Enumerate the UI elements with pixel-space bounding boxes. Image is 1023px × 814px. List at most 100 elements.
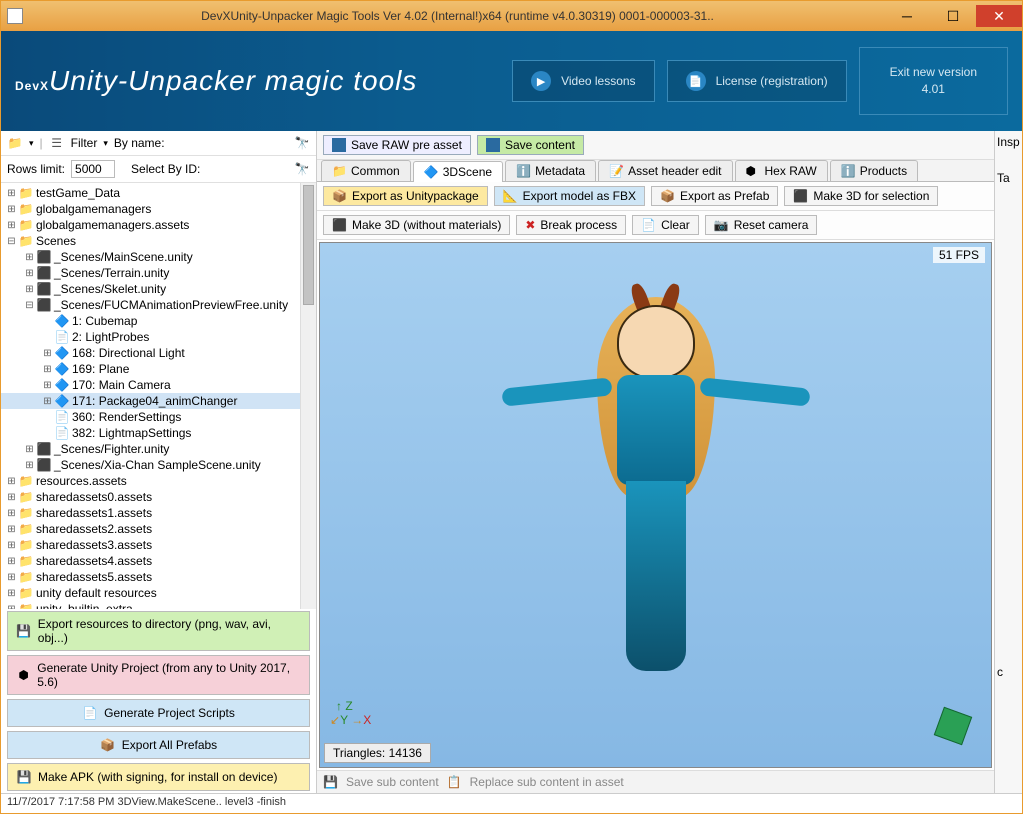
tree-item[interactable]: 📄382: LightmapSettings — [1, 425, 316, 441]
save-sub-label[interactable]: Save sub content — [346, 775, 439, 789]
tree-item[interactable]: ⊞⬛_Scenes/Xia-Chan SampleScene.unity — [1, 457, 316, 473]
3d-viewport[interactable]: 51 FPS ↑ Z ↙Y →X Triangles: 14136 — [319, 242, 992, 768]
tree-item[interactable]: ⊞📁unity_builtin_extra — [1, 601, 316, 609]
tree-twisty[interactable]: ⊞ — [5, 220, 18, 231]
tree-twisty[interactable]: ⊞ — [41, 364, 54, 375]
tree-item[interactable]: ⊞⬛_Scenes/Fighter.unity — [1, 441, 316, 457]
rows-limit-input[interactable] — [71, 160, 115, 178]
tree-item[interactable]: ⊞📁sharedassets1.assets — [1, 505, 316, 521]
asset-tree[interactable]: ⊞📁testGame_Data⊞📁globalgamemanagers⊞📁glo… — [1, 183, 316, 609]
unity-icon: ⬛ — [36, 266, 52, 280]
generate-unity-button[interactable]: ⬢ Generate Unity Project (from any to Un… — [7, 655, 310, 695]
tree-item[interactable]: ⊞📁globalgamemanagers — [1, 201, 316, 217]
tree-twisty[interactable]: ⊞ — [5, 540, 18, 551]
unity-icon: ⬛ — [36, 458, 52, 472]
minimize-button[interactable]: ─ — [884, 5, 930, 27]
tree-item[interactable]: ⊞📁sharedassets3.assets — [1, 537, 316, 553]
tab-common[interactable]: 📁Common — [321, 160, 411, 181]
replace-sub-label[interactable]: Replace sub content in asset — [470, 775, 624, 789]
tree-twisty[interactable]: ⊞ — [23, 444, 36, 455]
tree-item[interactable]: ⊞📁sharedassets2.assets — [1, 521, 316, 537]
tree-item[interactable]: ⊞🔷171: Package04_animChanger — [1, 393, 316, 409]
tree-twisty[interactable]: ⊞ — [41, 348, 54, 359]
tree-item[interactable]: ⊞📁sharedassets4.assets — [1, 553, 316, 569]
tree-twisty[interactable]: ⊞ — [5, 492, 18, 503]
triangle-count: Triangles: 14136 — [324, 743, 431, 763]
tree-item[interactable]: ⊞📁unity default resources — [1, 585, 316, 601]
export-resources-button[interactable]: 💾 Export resources to directory (png, wa… — [7, 611, 310, 651]
tree-item[interactable]: ⊞📁sharedassets5.assets — [1, 569, 316, 585]
export-unitypackage-button[interactable]: 📦Export as Unitypackage — [323, 186, 488, 206]
clear-button[interactable]: 📄Clear — [632, 215, 699, 235]
tree-twisty[interactable]: ⊟ — [5, 236, 18, 247]
reset-camera-button[interactable]: 📷Reset camera — [705, 215, 818, 235]
tree-item[interactable]: ⊞📁testGame_Data — [1, 185, 316, 201]
unity-icon: ⬢ — [16, 667, 31, 683]
maximize-button[interactable]: ☐ — [930, 5, 976, 27]
tree-twisty[interactable]: ⊞ — [5, 556, 18, 567]
tree-twisty[interactable]: ⊞ — [5, 604, 18, 610]
tree-twisty[interactable]: ⊞ — [5, 188, 18, 199]
tree-item[interactable]: ⊞⬛_Scenes/Skelet.unity — [1, 281, 316, 297]
header-banner: DevXUnity-Unpacker magic tools ▶ Video l… — [1, 31, 1022, 131]
tab-metadata[interactable]: ℹ️Metadata — [505, 160, 596, 181]
tree-item[interactable]: 📄360: RenderSettings — [1, 409, 316, 425]
tab-products[interactable]: ℹ️Products — [830, 160, 918, 181]
fold-icon: 📁 — [18, 218, 34, 232]
break-process-button[interactable]: ✖Break process — [516, 215, 626, 235]
cube-icon: 🔷 — [54, 314, 70, 328]
tab-asset-header-edit[interactable]: 📝Asset header edit — [598, 160, 732, 181]
new-version-box[interactable]: Exit new version 4.01 — [859, 47, 1008, 115]
tree-twisty[interactable]: ⊞ — [23, 460, 36, 471]
tree-twisty[interactable]: ⊞ — [5, 508, 18, 519]
tree-twisty[interactable]: ⊞ — [5, 572, 18, 583]
tree-twisty[interactable]: ⊞ — [5, 476, 18, 487]
tree-item[interactable]: ⊞🔷170: Main Camera — [1, 377, 316, 393]
tree-twisty[interactable]: ⊞ — [23, 268, 36, 279]
tree-item[interactable]: 📄2: LightProbes — [1, 329, 316, 345]
export-resources-label: Export resources to directory (png, wav,… — [38, 617, 301, 645]
tree-item[interactable]: ⊞📁resources.assets — [1, 473, 316, 489]
tab-hex-raw[interactable]: ⬢Hex RAW — [735, 160, 828, 181]
make-apk-button[interactable]: 💾 Make APK (with signing, for install on… — [7, 763, 310, 791]
close-button[interactable]: ✕ — [976, 5, 1022, 27]
tree-item[interactable]: ⊟📁Scenes — [1, 233, 316, 249]
license-label: License (registration) — [716, 74, 828, 88]
tree-twisty[interactable]: ⊞ — [41, 396, 54, 407]
tree-item[interactable]: ⊞📁sharedassets0.assets — [1, 489, 316, 505]
tree-item[interactable]: ⊞🔷168: Directional Light — [1, 345, 316, 361]
tree-item[interactable]: ⊞🔷169: Plane — [1, 361, 316, 377]
generate-scripts-label: Generate Project Scripts — [104, 706, 235, 720]
save-raw-button[interactable]: Save RAW pre asset — [323, 135, 471, 155]
tree-twisty[interactable]: ⊞ — [23, 252, 36, 263]
make-3d-selection-button[interactable]: ⬛Make 3D for selection — [784, 186, 938, 206]
tree-item[interactable]: ⊟⬛_Scenes/FUCMAnimationPreviewFree.unity — [1, 297, 316, 313]
tree-item[interactable]: 🔷1: Cubemap — [1, 313, 316, 329]
tab-3dscene[interactable]: 🔷3DScene — [413, 161, 503, 182]
tree-twisty[interactable]: ⊞ — [5, 204, 18, 215]
tree-item[interactable]: ⊞📁globalgamemanagers.assets — [1, 217, 316, 233]
tree-twisty[interactable]: ⊞ — [5, 588, 18, 599]
tree-twisty[interactable]: ⊞ — [5, 524, 18, 535]
tree-scrollbar[interactable] — [300, 183, 316, 609]
filter-icon[interactable]: ☰ — [49, 135, 65, 151]
open-folder-icon[interactable]: 📁 — [7, 135, 23, 151]
export-fbx-button[interactable]: 📐Export model as FBX — [494, 186, 645, 206]
orientation-gizmo[interactable] — [929, 705, 977, 753]
save-content-button[interactable]: Save content — [477, 135, 584, 155]
tree-item[interactable]: ⊞⬛_Scenes/Terrain.unity — [1, 265, 316, 281]
export-prefabs-button[interactable]: 📦 Export All Prefabs — [7, 731, 310, 759]
tree-twisty[interactable]: ⊞ — [23, 284, 36, 295]
video-lessons-button[interactable]: ▶ Video lessons — [512, 60, 655, 102]
tree-twisty[interactable]: ⊞ — [41, 380, 54, 391]
tab-icon: ⬢ — [746, 164, 760, 178]
license-button[interactable]: 📄 License (registration) — [667, 60, 847, 102]
search-by-id-icon[interactable]: 🔭 — [294, 161, 310, 177]
search-icon[interactable]: 🔭 — [294, 135, 310, 151]
export-prefab-button[interactable]: 📦Export as Prefab — [651, 186, 778, 206]
tree-item[interactable]: ⊞⬛_Scenes/MainScene.unity — [1, 249, 316, 265]
make-3d-nomat-button[interactable]: ⬛Make 3D (without materials) — [323, 215, 510, 235]
make-apk-label: Make APK (with signing, for install on d… — [38, 770, 277, 784]
tree-twisty[interactable]: ⊟ — [23, 300, 36, 311]
generate-scripts-button[interactable]: 📄 Generate Project Scripts — [7, 699, 310, 727]
